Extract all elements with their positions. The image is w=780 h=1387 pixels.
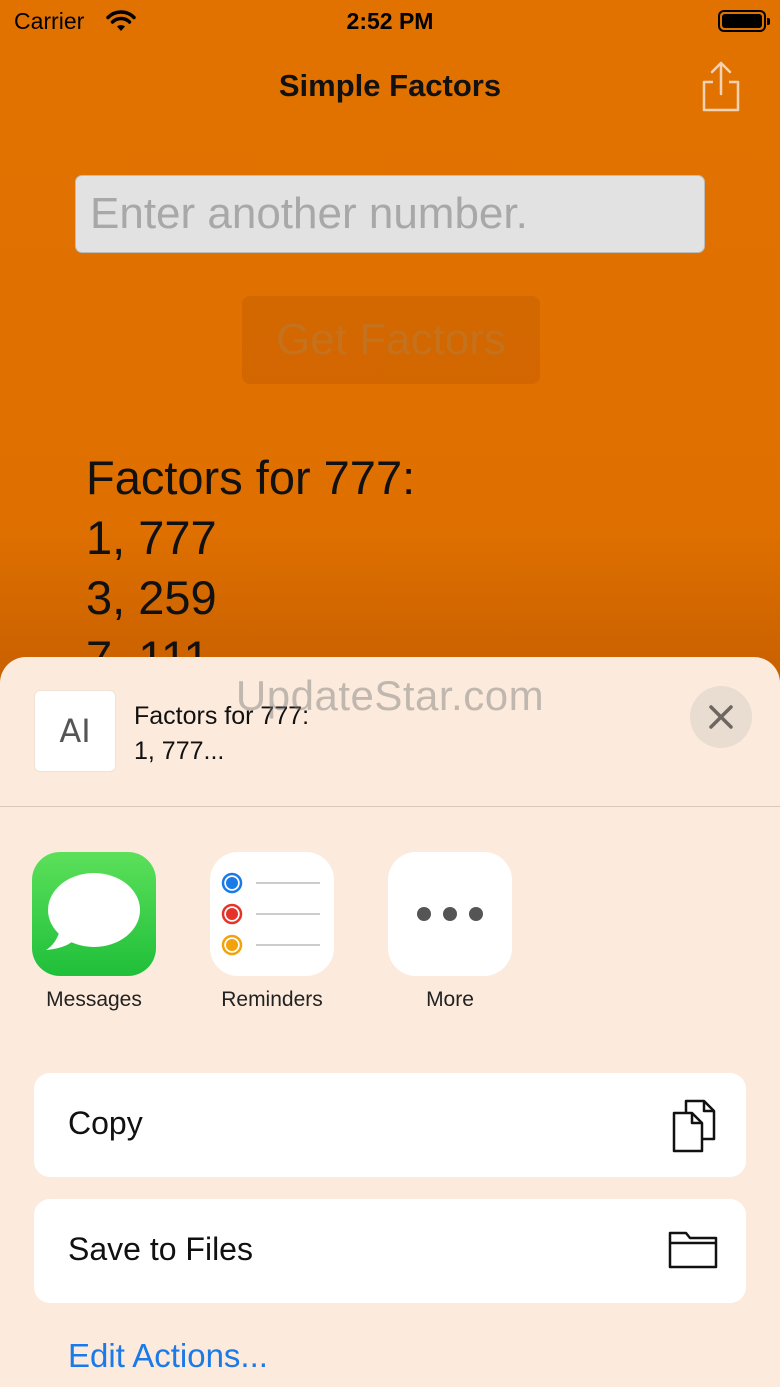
app-label: More <box>426 988 474 1011</box>
factors-result: Factors for 777: 1, 777 3, 259 7, 111 <box>86 448 415 688</box>
app-label: Messages <box>46 988 142 1011</box>
messages-icon <box>32 852 156 976</box>
factor-line: 1, 777 <box>86 511 217 564</box>
share-icon[interactable] <box>700 60 742 114</box>
more-icon <box>388 852 512 976</box>
share-app-messages[interactable]: Messages <box>9 852 179 1012</box>
factors-heading: Factors for 777: <box>86 451 416 504</box>
share-app-more[interactable]: More <box>365 852 535 1012</box>
factor-line: 3, 259 <box>86 571 217 624</box>
share-app-reminders[interactable]: Reminders <box>187 852 357 1012</box>
status-time: 2:52 PM <box>346 8 434 34</box>
copy-action[interactable]: Copy <box>34 1073 746 1177</box>
preview-title: Factors for 777: <box>134 702 310 730</box>
folder-icon <box>668 1229 718 1274</box>
preview-icon-text: AI <box>59 712 91 750</box>
copy-icon <box>670 1097 718 1160</box>
app-label: Reminders <box>221 988 323 1011</box>
preview-subtitle: 1, 777... <box>134 737 225 765</box>
get-factors-button[interactable]: Get Factors <box>242 296 540 384</box>
share-sheet-header: AI Factors for 777: 1, 777... <box>0 657 780 807</box>
status-bar: Carrier 2:52 PM <box>0 0 780 44</box>
action-label: Copy <box>68 1105 143 1141</box>
battery-icon <box>718 10 770 32</box>
edit-actions-link[interactable]: Edit Actions... <box>68 1337 268 1375</box>
text-document-icon: AI <box>34 690 116 772</box>
share-sheet: AI Factors for 777: 1, 777... Messages R… <box>0 657 780 1387</box>
close-icon <box>709 705 733 729</box>
reminders-icon <box>210 852 334 976</box>
close-button[interactable] <box>690 686 752 748</box>
number-input[interactable] <box>75 175 705 253</box>
action-label: Save to Files <box>68 1231 253 1267</box>
share-apps-row: Messages Reminders More <box>0 852 780 1022</box>
save-to-files-action[interactable]: Save to Files <box>34 1199 746 1303</box>
nav-title: Simple Factors <box>278 68 502 103</box>
